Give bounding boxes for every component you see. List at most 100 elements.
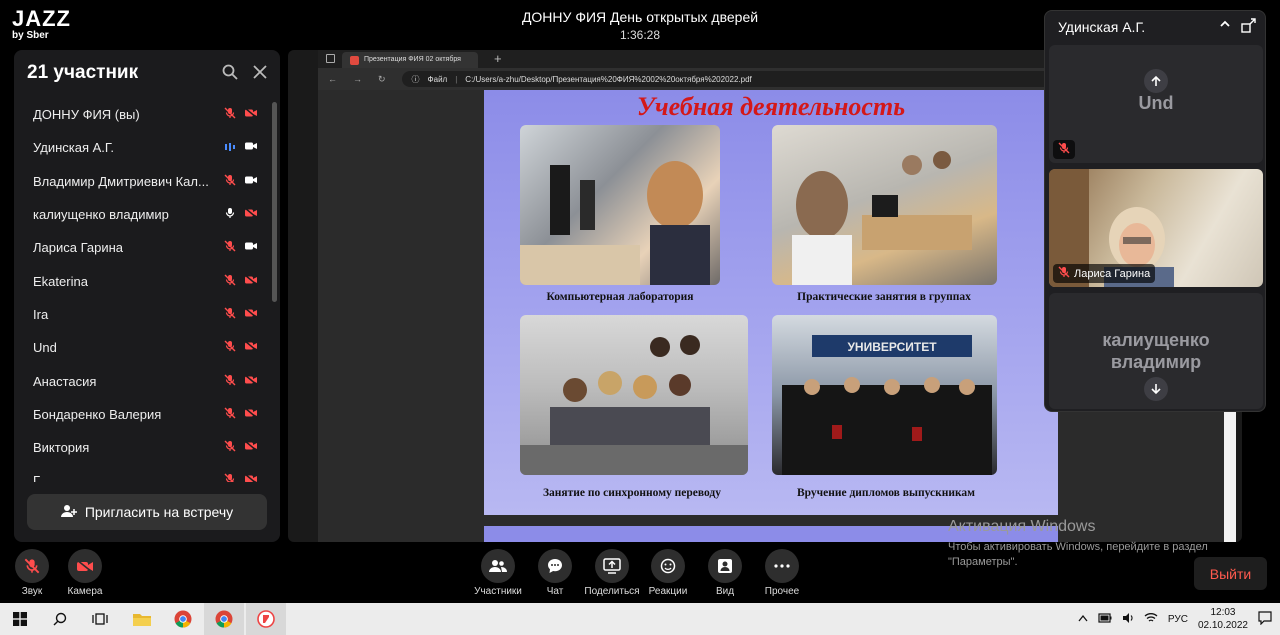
camera-icon bbox=[244, 240, 258, 255]
participant-row[interactable]: Ekaterina bbox=[14, 264, 272, 297]
new-tab-icon[interactable]: + bbox=[494, 51, 502, 66]
more-button[interactable] bbox=[765, 549, 799, 583]
swap-view-icon[interactable] bbox=[1241, 17, 1257, 38]
participant-name: Ira bbox=[33, 306, 49, 322]
system-clock[interactable]: 12:03 02.10.2022 bbox=[1198, 606, 1248, 632]
chat-button[interactable] bbox=[538, 549, 572, 583]
windows-start-icon[interactable] bbox=[0, 603, 40, 635]
address-bar[interactable]: ⓘ Файл | C:/Users/a-zhu/Desktop/Презента… bbox=[401, 71, 1074, 87]
leave-button[interactable]: Выйти bbox=[1194, 557, 1267, 590]
participant-row[interactable]: калиущенко владимир bbox=[14, 198, 272, 231]
participant-row[interactable]: Виктория bbox=[14, 431, 272, 464]
speaking-indicator-icon bbox=[224, 140, 236, 155]
back-icon[interactable]: ← bbox=[328, 74, 337, 84]
view-person-icon bbox=[718, 559, 732, 573]
video-tiles-panel: Удинская А.Г. Und Лариса Гарина калиущен… bbox=[1044, 10, 1266, 412]
chevron-up-icon[interactable] bbox=[1219, 17, 1231, 38]
smile-icon bbox=[660, 558, 676, 574]
chat-icon bbox=[548, 559, 562, 573]
camera-button[interactable] bbox=[68, 549, 102, 583]
wifi-icon[interactable] bbox=[1144, 612, 1158, 627]
mic-icon bbox=[224, 207, 236, 222]
participant-name: Und bbox=[33, 340, 57, 356]
browser-tab[interactable]: Презентация ФИЯ 02 октября bbox=[342, 52, 478, 68]
tile-label: калиущенко владимир bbox=[1102, 330, 1210, 372]
jazz-app-icon[interactable] bbox=[246, 603, 286, 635]
reload-icon[interactable]: ↻ bbox=[378, 74, 386, 85]
sound-button[interactable] bbox=[15, 549, 49, 583]
mic-muted-icon bbox=[1058, 266, 1070, 281]
camera-off-icon bbox=[244, 473, 258, 482]
mic-muted-icon bbox=[224, 440, 236, 455]
system-tray: РУС 12:03 02.10.2022 bbox=[1078, 603, 1272, 635]
camera-off-icon bbox=[244, 373, 258, 389]
participant-row[interactable]: Анастасия bbox=[14, 364, 272, 397]
search-icon[interactable] bbox=[222, 64, 238, 85]
video-tile-larisa[interactable]: Лариса Гарина bbox=[1049, 169, 1263, 287]
participants-count: 21 участник bbox=[27, 62, 139, 83]
more-label: Прочее bbox=[764, 586, 800, 597]
share-button[interactable] bbox=[595, 549, 629, 583]
people-icon bbox=[489, 560, 507, 572]
mic-muted-icon bbox=[224, 473, 236, 482]
close-icon[interactable] bbox=[252, 64, 268, 85]
more-dots-icon bbox=[774, 564, 790, 568]
pdf-icon bbox=[350, 56, 359, 65]
participant-row[interactable]: Лариса Гарина bbox=[14, 231, 272, 264]
window-menu-icon[interactable] bbox=[326, 54, 335, 63]
camera-label: Камера bbox=[67, 586, 103, 597]
banner-text: УНИВЕРСИТЕТ bbox=[847, 340, 937, 354]
speaker-icon[interactable] bbox=[1122, 612, 1134, 627]
chevron-up-icon[interactable] bbox=[1078, 614, 1088, 625]
participants-scrollbar[interactable] bbox=[272, 102, 277, 302]
clock-time: 12:03 bbox=[1210, 607, 1236, 618]
mic-muted-icon bbox=[224, 340, 236, 355]
participant-name: Удинская А.Г. bbox=[33, 140, 114, 156]
invite-button[interactable]: Пригласить на встречу bbox=[27, 494, 267, 530]
participant-name: Г... bbox=[33, 473, 50, 482]
participant-row[interactable]: Бондаренко Валерия bbox=[14, 398, 272, 431]
participant-row[interactable]: Владимир Дмитриевич Кал... bbox=[14, 165, 272, 198]
caption-computer-lab: Компьютерная лаборатория bbox=[546, 291, 694, 303]
mic-muted-icon bbox=[224, 174, 236, 189]
caption-graduation: Вручение дипломов выпускникам bbox=[797, 487, 975, 499]
chrome-icon[interactable] bbox=[163, 603, 203, 635]
participant-row[interactable]: Г... bbox=[14, 464, 272, 482]
participant-name: Бондаренко Валерия bbox=[33, 406, 162, 422]
task-view-icon[interactable] bbox=[80, 603, 120, 635]
battery-icon[interactable] bbox=[1098, 612, 1112, 626]
photo-interpreting-class bbox=[520, 315, 748, 475]
tile-badge bbox=[1053, 140, 1075, 159]
video-tile-kalishchenko[interactable]: калиущенко владимир bbox=[1049, 293, 1263, 409]
language-indicator[interactable]: РУС bbox=[1168, 614, 1188, 625]
mic-muted-icon bbox=[224, 407, 236, 422]
camera-off-icon bbox=[244, 307, 258, 322]
view-button[interactable] bbox=[708, 549, 742, 583]
participants-button[interactable] bbox=[481, 549, 515, 583]
separator: | bbox=[455, 74, 458, 84]
windows-activation-title: Активация Windows bbox=[948, 518, 1096, 535]
participants-panel: 21 участник ДОННУ ФИЯ (вы) Удинская А.Г. В… bbox=[14, 50, 280, 542]
file-explorer-icon[interactable] bbox=[122, 603, 162, 635]
participant-row[interactable]: Ira bbox=[14, 298, 272, 331]
photo-group-classes bbox=[772, 125, 997, 285]
tile-badge: Лариса Гарина bbox=[1053, 264, 1156, 283]
camera-off-icon bbox=[244, 340, 258, 355]
arrow-down-icon[interactable] bbox=[1144, 377, 1168, 401]
url-text: C:/Users/a-zhu/Desktop/Презентация%20ФИЯ… bbox=[465, 74, 752, 84]
camera-icon bbox=[244, 140, 258, 155]
participant-row[interactable]: ДОННУ ФИЯ (вы) bbox=[14, 98, 272, 131]
participant-name: Виктория bbox=[33, 440, 90, 456]
notifications-icon[interactable] bbox=[1258, 610, 1272, 628]
participant-row[interactable]: Удинская А.Г. bbox=[14, 131, 272, 164]
chrome-icon-active[interactable] bbox=[204, 603, 244, 635]
reactions-button[interactable] bbox=[651, 549, 685, 583]
arrow-up-icon[interactable] bbox=[1144, 69, 1168, 93]
jazz-app-window: JAZZ by Sber ДОННУ ФИЯ День открытых две… bbox=[0, 0, 1280, 603]
participant-row[interactable]: Und bbox=[14, 331, 272, 364]
forward-icon[interactable]: → bbox=[353, 74, 362, 84]
video-tile-und[interactable]: Und bbox=[1049, 45, 1263, 163]
search-icon[interactable] bbox=[40, 603, 80, 635]
clock-date: 02.10.2022 bbox=[1197, 620, 1248, 631]
info-icon: ⓘ bbox=[411, 74, 420, 84]
